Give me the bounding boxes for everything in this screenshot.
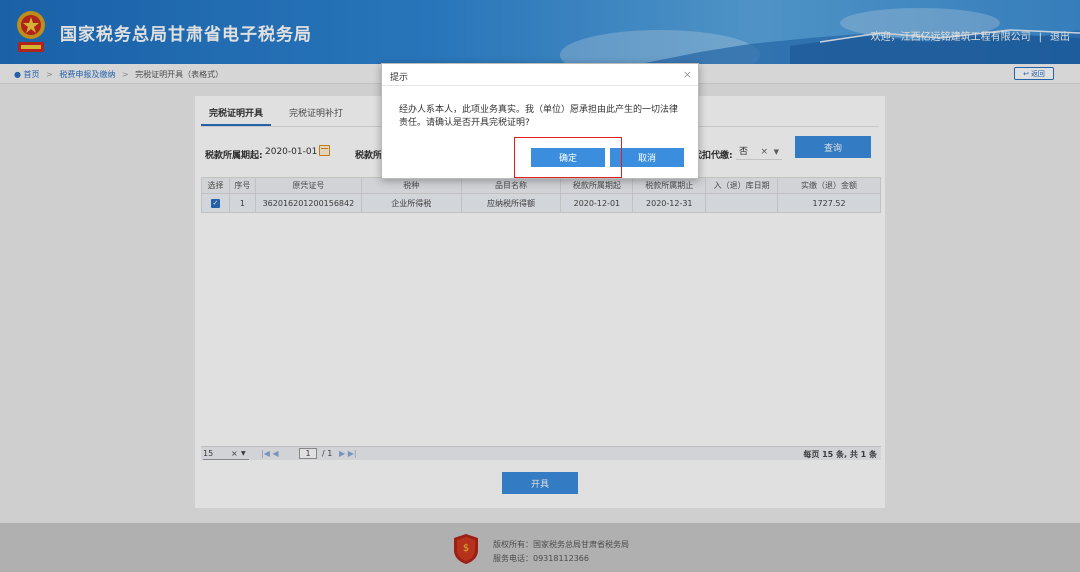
highlight-annotation — [514, 137, 622, 178]
dialog-message: 经办人系本人，此项业务真实。我（单位）愿承担由此产生的一切法律责任。请确认是否开… — [399, 105, 679, 128]
close-icon[interactable]: × — [683, 68, 692, 81]
dialog-header: 提示 × — [382, 64, 698, 86]
dialog-title: 提示 — [390, 73, 409, 83]
